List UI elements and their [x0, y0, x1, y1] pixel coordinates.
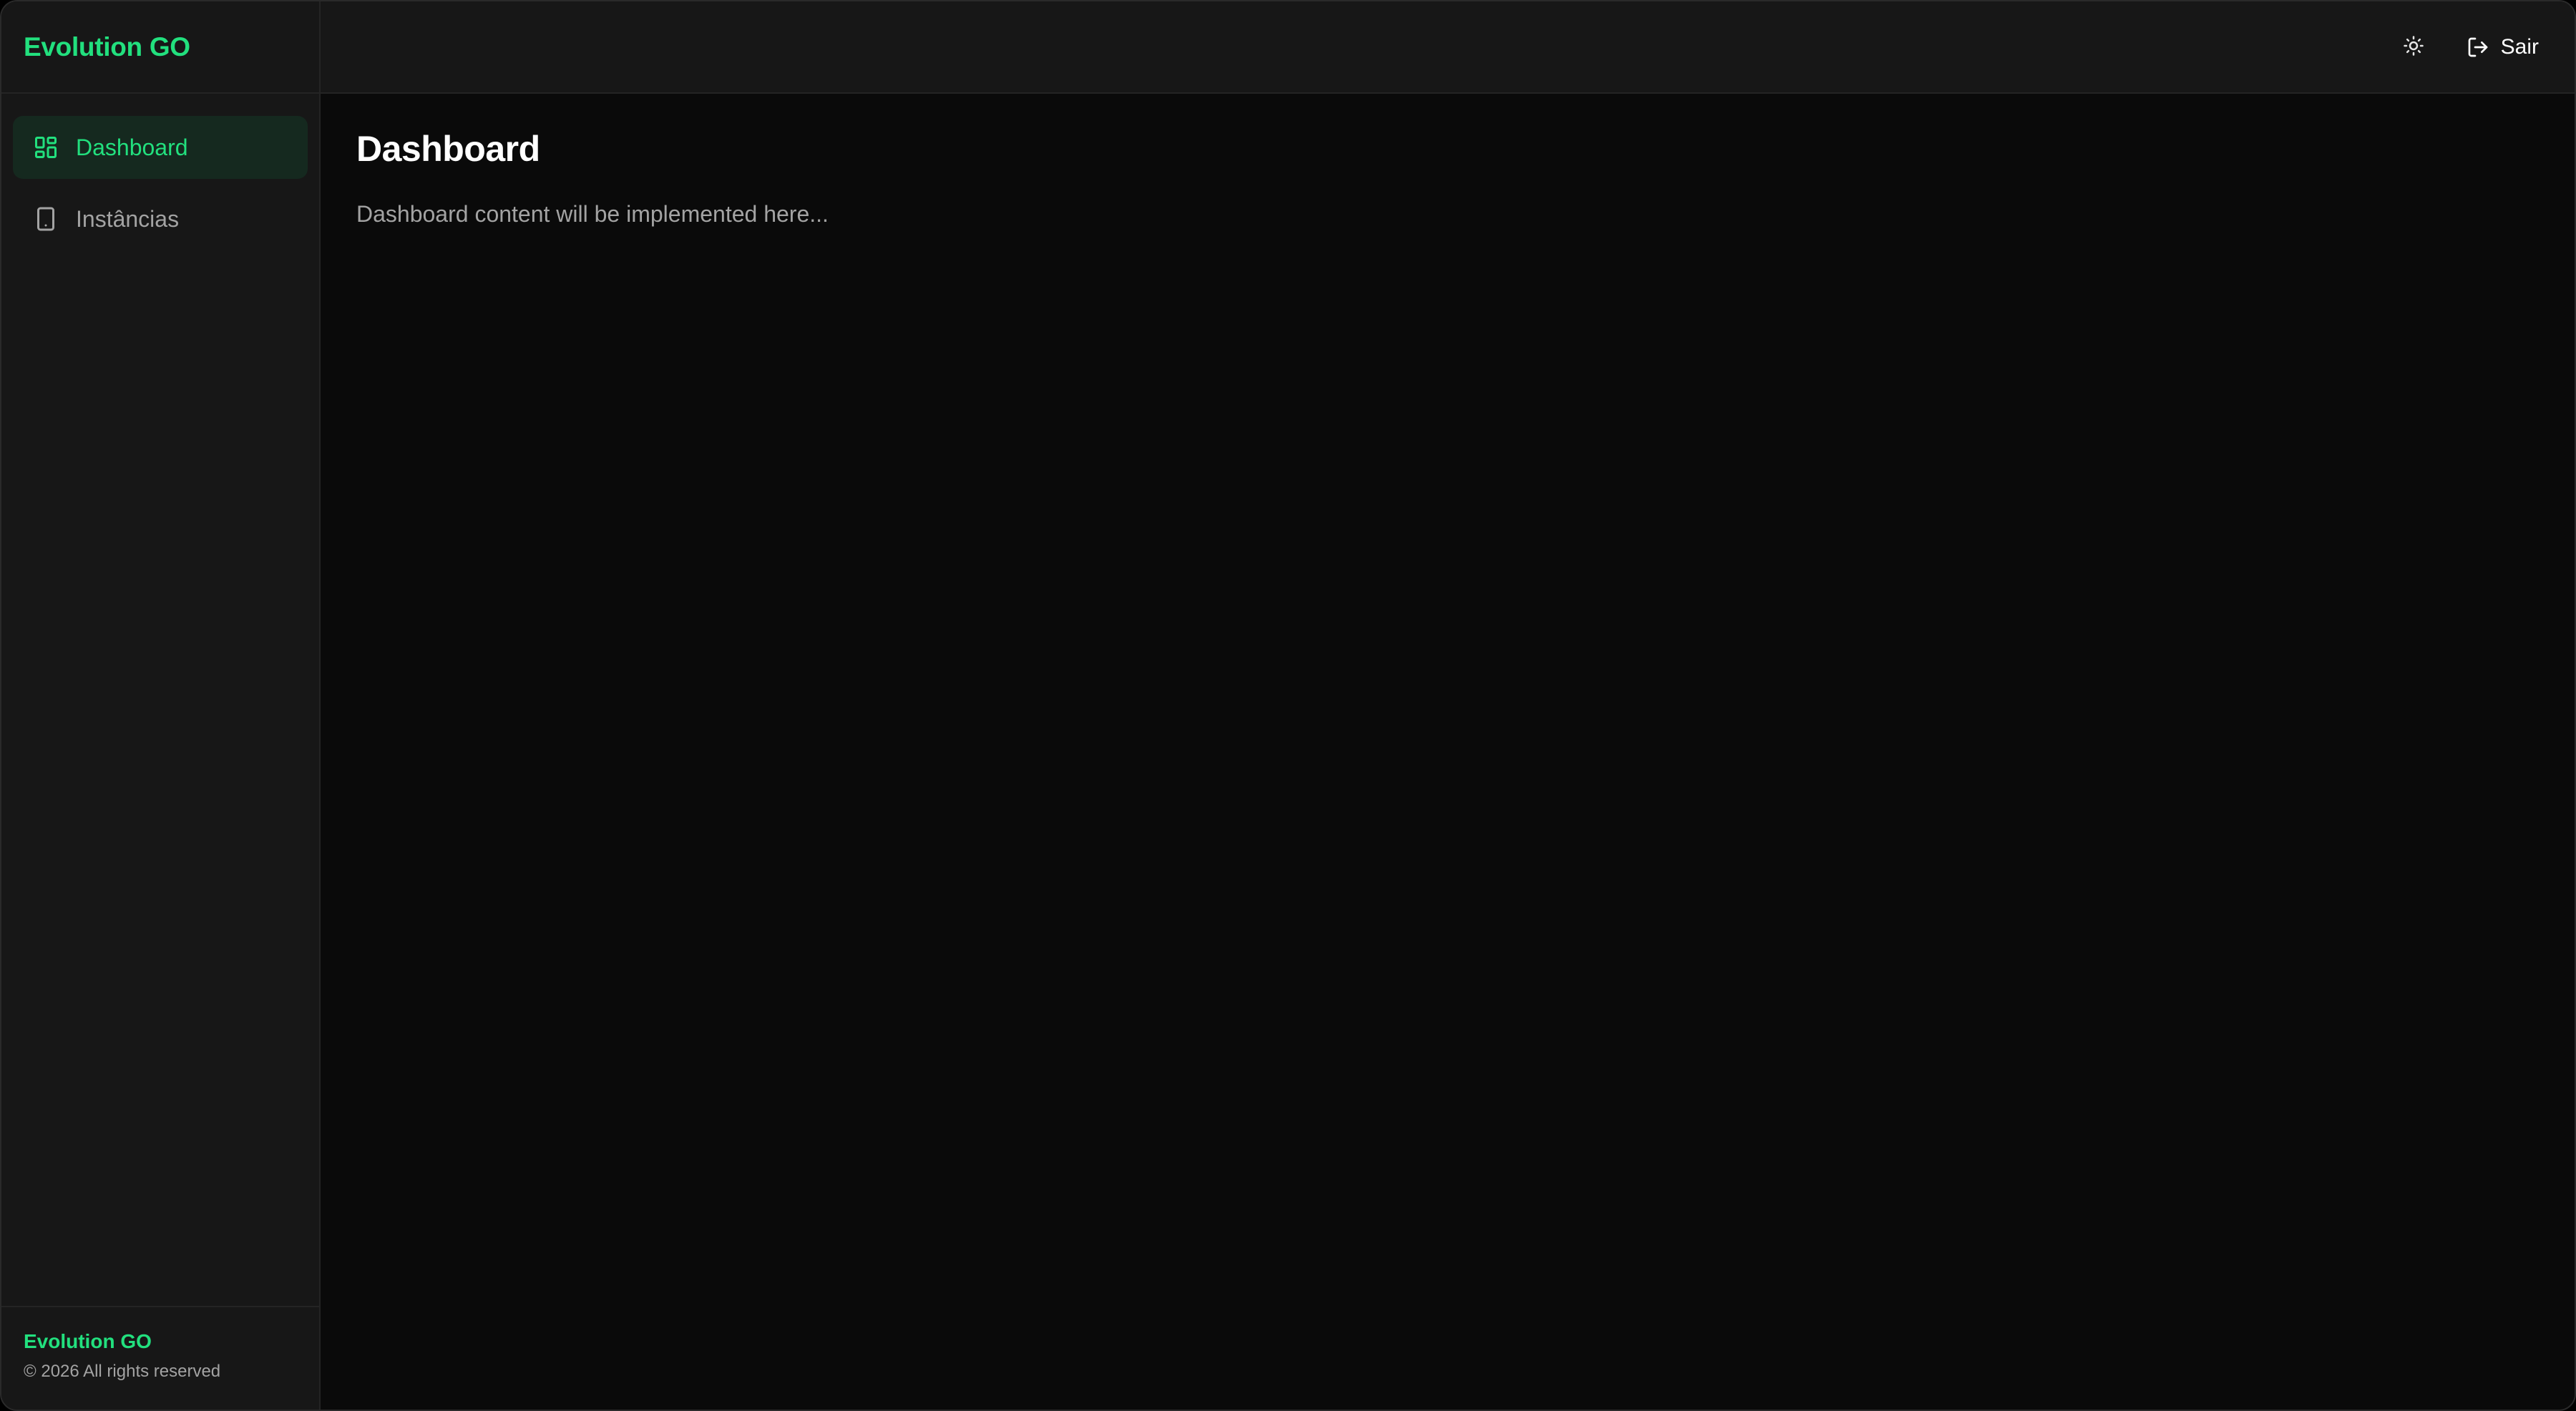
sidebar-nav: Dashboard Instâncias	[1, 94, 319, 250]
page-title: Dashboard	[356, 129, 540, 169]
sidebar-item-label: Dashboard	[76, 134, 188, 160]
main-content: Dashboard Dashboard content will be impl…	[322, 95, 2575, 1410]
sidebar-item-label: Instâncias	[76, 205, 180, 232]
page-description: Dashboard content will be implemented he…	[356, 201, 829, 227]
sidebar-item-instancias[interactable]: Instâncias	[13, 187, 308, 250]
footer-brand: Evolution GO	[24, 1330, 152, 1352]
sidebar-item-dashboard[interactable]: Dashboard	[13, 116, 308, 179]
footer-copyright: © 2026 All rights reserved	[24, 1362, 221, 1381]
sun-icon	[2403, 35, 2424, 60]
layout-dashboard-icon	[31, 133, 60, 162]
app-window: Evolution GO Dashboard Instâncias Evolut…	[0, 0, 2576, 1411]
logout-label: Sair	[2500, 35, 2539, 59]
log-out-icon	[2465, 34, 2491, 60]
theme-toggle-button[interactable]	[2398, 31, 2429, 63]
sidebar-brand[interactable]: Evolution GO	[1, 1, 319, 94]
topbar: Sair	[321, 1, 2575, 94]
smartphone-icon	[31, 205, 60, 233]
sidebar-footer: Evolution GO © 2026 All rights reserved	[1, 1306, 319, 1410]
sidebar: Evolution GO Dashboard Instâncias Evolut…	[1, 1, 321, 1410]
logout-button[interactable]: Sair	[2465, 30, 2539, 64]
